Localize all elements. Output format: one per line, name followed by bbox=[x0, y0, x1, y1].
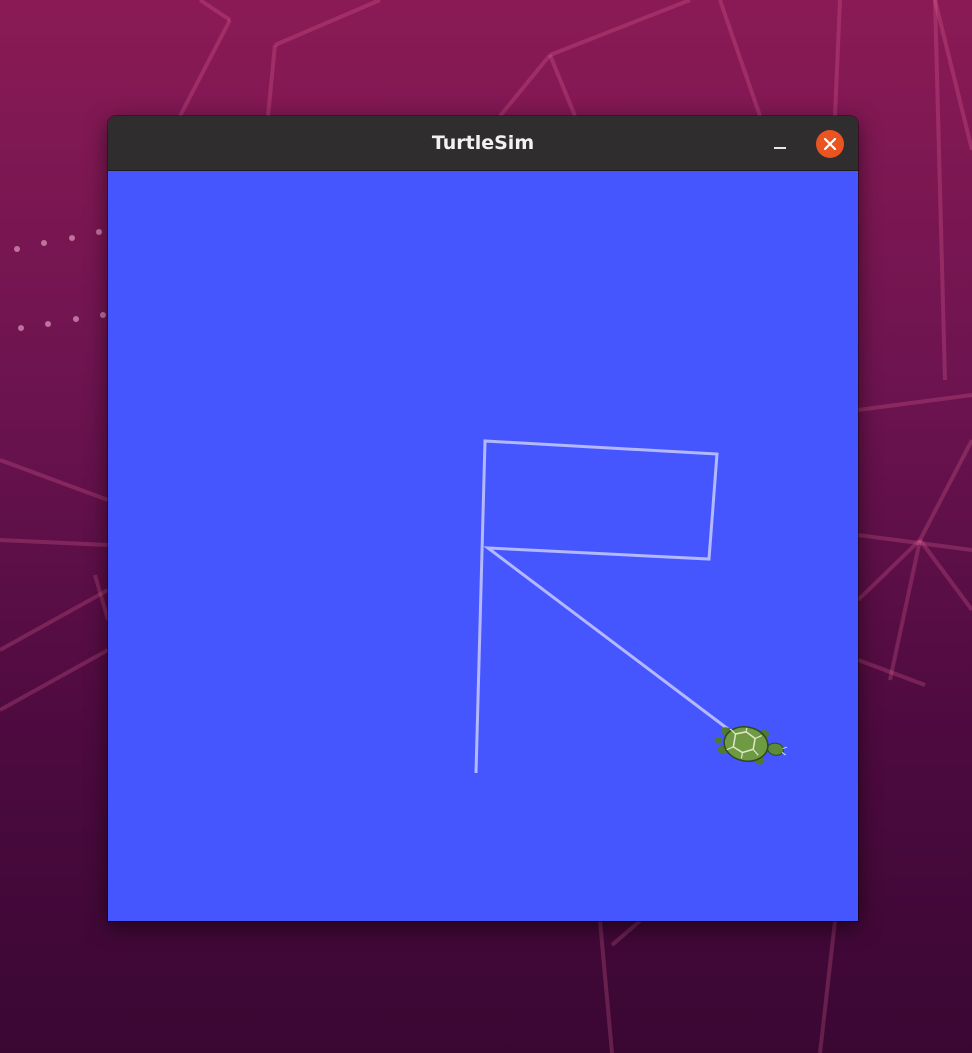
turtle-canvas bbox=[108, 171, 858, 921]
close-icon bbox=[823, 137, 837, 151]
close-button[interactable] bbox=[816, 130, 844, 158]
window-title: TurtleSim bbox=[431, 132, 535, 154]
minimize-button[interactable] bbox=[768, 134, 792, 158]
turtlesim-window: TurtleSim bbox=[108, 116, 858, 921]
canvas-drawing bbox=[474, 439, 788, 774]
title-bar[interactable]: TurtleSim bbox=[108, 116, 858, 171]
turtle-icon bbox=[714, 726, 788, 765]
minimize-icon bbox=[774, 147, 786, 149]
turtle-trail bbox=[474, 439, 729, 774]
